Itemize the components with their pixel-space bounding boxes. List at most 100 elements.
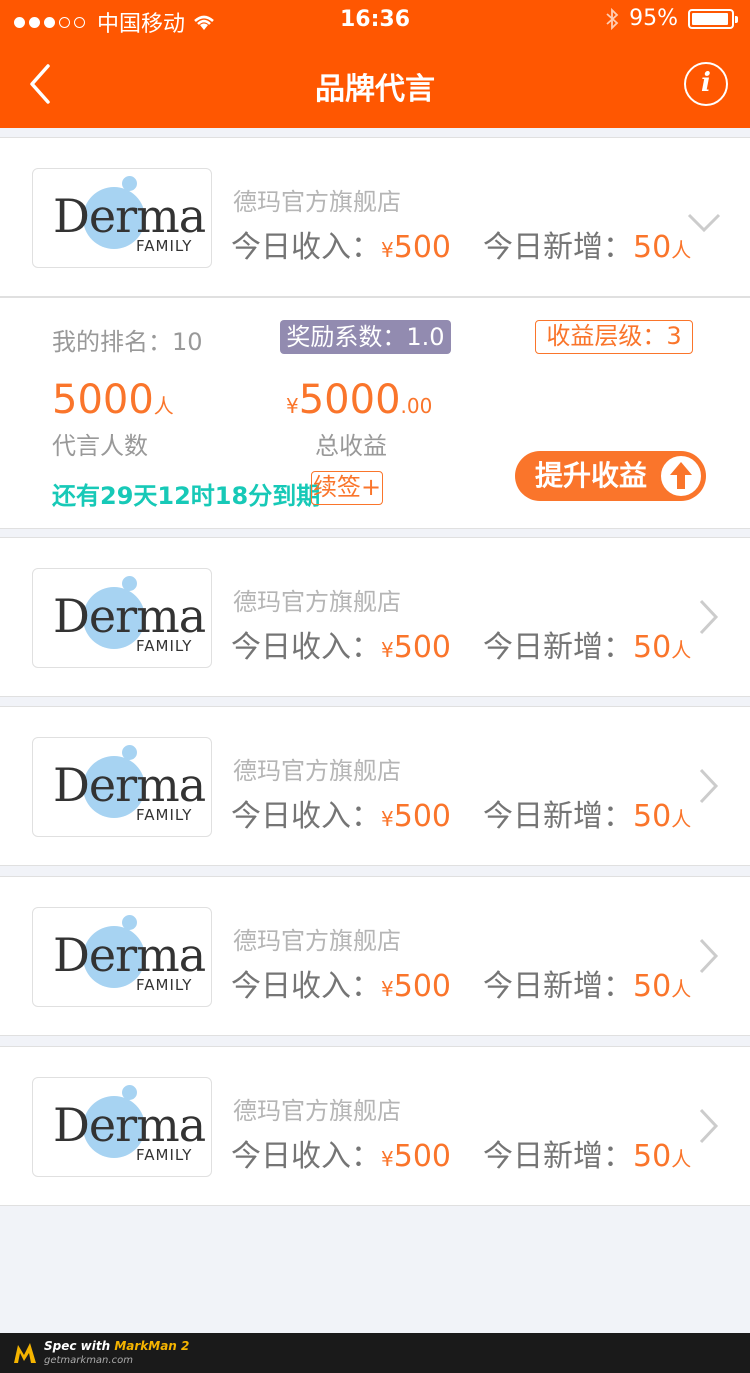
income-value: 500 (393, 799, 451, 834)
currency-symbol: ¥ (381, 238, 394, 262)
new-label: 今日新增： (483, 230, 633, 265)
logo-sub: FAMILY (136, 237, 193, 255)
logo-sub: FAMILY (136, 1146, 193, 1164)
income-value: 500 (393, 969, 451, 1004)
logo-word: Derma (53, 758, 206, 812)
logo-word: Derma (53, 589, 206, 643)
upgrade-button[interactable]: 提升收益 (515, 451, 706, 501)
brand-logo: Derma FAMILY (32, 1077, 212, 1177)
new-unit: 人 (671, 238, 692, 262)
income-label: 今日收入： (231, 799, 381, 834)
income-value: 500 (393, 1139, 451, 1174)
currency-symbol: ¥ (381, 1147, 394, 1171)
endorsers-label: 代言人数 (52, 432, 148, 460)
renew-plus: + (360, 473, 382, 501)
new-value: 50 (633, 230, 672, 265)
bluetooth-icon (606, 7, 619, 30)
new-unit: 人 (671, 638, 692, 662)
stats-row: 今日收入：¥500 今日新增：50人 (231, 1131, 691, 1175)
status-bar: 中国移动 16:36 95% (0, 0, 750, 40)
level-badge: 收益层级：3 (535, 320, 693, 354)
brand-card[interactable]: Derma FAMILY 德玛官方旗舰店 今日收入：¥500 今日新增：50人 (0, 876, 750, 1036)
rank-value: 10 (172, 328, 203, 356)
logo-sub: FAMILY (136, 976, 193, 994)
brand-logo: Derma FAMILY (32, 907, 212, 1007)
logo-word: Derma (53, 189, 206, 243)
currency-symbol: ¥ (381, 977, 394, 1001)
renew-label: 续签 (312, 473, 361, 501)
total-decimal: .00 (400, 394, 433, 418)
stats-row: 今日收入：¥500 今日新增：50人 (231, 622, 691, 666)
new-value: 50 (633, 799, 672, 834)
brand-card[interactable]: Derma FAMILY 德玛官方旗舰店 今日收入：¥500 今日新增：50人 (0, 706, 750, 866)
chevron-right-icon[interactable] (698, 598, 720, 636)
shop-name: 德玛官方旗舰店 (233, 588, 401, 616)
income-value: 500 (393, 230, 451, 265)
rank-label: 我的排名： (52, 328, 172, 356)
chevron-down-icon[interactable] (686, 212, 722, 234)
income-value: 500 (393, 630, 451, 665)
new-value: 50 (633, 969, 672, 1004)
logo-word: Derma (53, 928, 206, 982)
shop-name: 德玛官方旗舰店 (233, 757, 401, 785)
reward-value: 1.0 (406, 323, 445, 351)
info-icon[interactable]: i (684, 62, 728, 106)
battery-icon (688, 8, 738, 29)
expire-countdown: 还有29天12时18分到期 (52, 482, 321, 510)
new-label: 今日新增： (483, 1139, 633, 1174)
new-value: 50 (633, 1139, 672, 1174)
battery-percent: 95% (629, 6, 678, 31)
nav-bar: 品牌代言 i (0, 40, 750, 128)
spec-with-label: Spec with (44, 1339, 115, 1353)
page-title: 品牌代言 (315, 72, 435, 107)
income-label: 今日收入： (231, 1139, 381, 1174)
currency-symbol: ¥ (381, 807, 394, 831)
shop-name: 德玛官方旗舰店 (233, 927, 401, 955)
reward-badge: 奖励系数：1.0 (280, 320, 451, 354)
spec-text: Spec with MarkMan 2 (44, 1339, 189, 1353)
brand-logo: Derma FAMILY (32, 737, 212, 837)
brand-logo: Derma FAMILY (32, 168, 212, 268)
new-label: 今日新增： (483, 630, 633, 665)
shop-name: 德玛官方旗舰店 (233, 188, 401, 216)
logo-sub: FAMILY (136, 637, 193, 655)
income-label: 今日收入： (231, 969, 381, 1004)
level-value: 3 (666, 322, 682, 350)
new-unit: 人 (671, 1147, 692, 1171)
income-label: 今日收入： (231, 630, 381, 665)
new-label: 今日新增： (483, 969, 633, 1004)
brand-logo: Derma FAMILY (32, 568, 212, 668)
total-value: 5000 (298, 377, 401, 423)
stats-row: 今日收入：¥500 今日新增：50人 (231, 791, 691, 835)
currency-symbol: ¥ (381, 638, 394, 662)
up-arrow-icon (659, 454, 703, 498)
logo-word: Derma (53, 1098, 206, 1152)
brand-card[interactable]: Derma FAMILY 德玛官方旗舰店 今日收入：¥500 今日新增：50人 (0, 137, 750, 297)
upgrade-label: 提升收益 (535, 459, 648, 492)
rank-info: 我的排名：10 (52, 322, 203, 357)
logo-sub: FAMILY (136, 806, 193, 824)
reward-label: 奖励系数： (286, 323, 407, 351)
status-right: 95% (605, 6, 738, 31)
new-label: 今日新增： (483, 799, 633, 834)
new-value: 50 (633, 630, 672, 665)
detail-panel: 我的排名：10 奖励系数：1.0 收益层级：3 5000人 代言人数 ¥5000… (0, 297, 750, 529)
shop-name: 德玛官方旗舰店 (233, 1097, 401, 1125)
chevron-right-icon[interactable] (698, 767, 720, 805)
renew-button[interactable]: 续签+ (311, 471, 383, 505)
chevron-right-icon[interactable] (698, 1107, 720, 1145)
markman-site: getmarkman.com (44, 1355, 133, 1366)
stats-row: 今日收入：¥500 今日新增：50人 (231, 222, 691, 266)
income-label: 今日收入： (231, 230, 381, 265)
new-unit: 人 (671, 977, 692, 1001)
chevron-right-icon[interactable] (698, 937, 720, 975)
total-currency: ¥ (286, 394, 299, 418)
total-income: ¥5000.00 (286, 380, 432, 420)
endorsers-count: 5000人 (52, 380, 174, 420)
endorsers-value: 5000 (52, 377, 154, 423)
total-label: 总收益 (315, 432, 387, 460)
markman-logo-icon (14, 1343, 36, 1363)
brand-card[interactable]: Derma FAMILY 德玛官方旗舰店 今日收入：¥500 今日新增：50人 (0, 1046, 750, 1206)
brand-card[interactable]: Derma FAMILY 德玛官方旗舰店 今日收入：¥500 今日新增：50人 (0, 537, 750, 697)
markman-footer: Spec with MarkMan 2 getmarkman.com (0, 1333, 750, 1373)
